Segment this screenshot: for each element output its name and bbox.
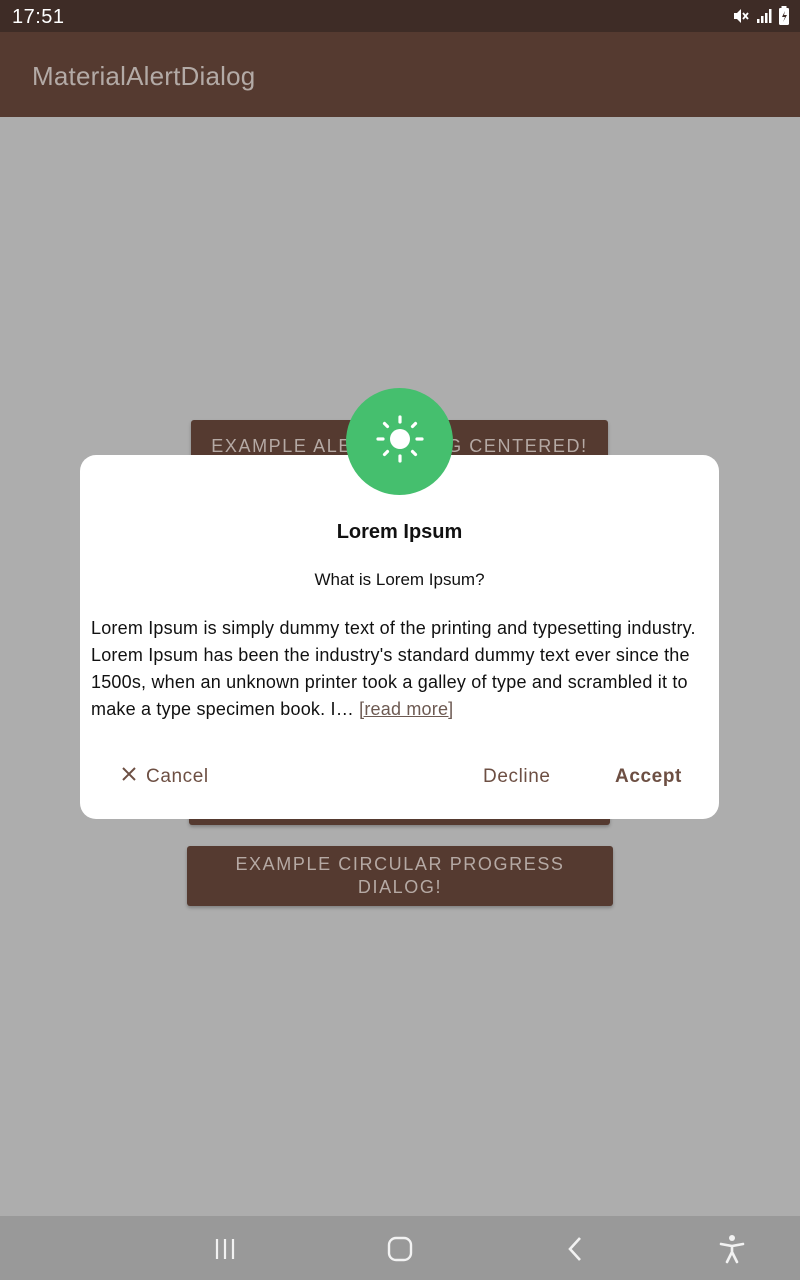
- sun-icon: [374, 413, 426, 470]
- back-icon[interactable]: [557, 1232, 593, 1266]
- navigation-bar: [0, 1216, 800, 1280]
- accept-button[interactable]: Accept: [615, 757, 682, 797]
- battery-icon: [778, 6, 790, 26]
- alert-dialog: Lorem Ipsum What is Lorem Ipsum? Lorem I…: [80, 455, 719, 819]
- dialog-title: Lorem Ipsum: [336, 521, 463, 543]
- recent-apps-icon[interactable]: [207, 1232, 243, 1266]
- status-time: 17:51: [12, 6, 65, 28]
- signal-icon: [756, 8, 772, 24]
- app-bar: MaterialAlertDialog: [0, 32, 800, 117]
- read-more-link[interactable]: [read more]: [359, 699, 453, 719]
- home-icon[interactable]: [382, 1232, 418, 1266]
- decline-button[interactable]: Decline: [483, 757, 551, 797]
- dialog-subtitle: What is Lorem Ipsum?: [314, 570, 485, 589]
- dialog-message: Lorem Ipsum is simply dummy text of the …: [91, 615, 707, 723]
- accessibility-icon[interactable]: [714, 1232, 750, 1266]
- close-icon: [120, 765, 138, 789]
- mute-icon: [732, 7, 750, 25]
- status-icons: [732, 6, 790, 26]
- cancel-button[interactable]: Cancel: [120, 757, 209, 797]
- example-circular-progress-dialog-button[interactable]: EXAMPLE CIRCULAR PROGRESS DIALOG!: [187, 846, 613, 906]
- status-bar: 17:51: [0, 0, 800, 32]
- dialog-icon-badge: [346, 388, 453, 495]
- cancel-label: Cancel: [146, 766, 209, 787]
- dialog-actions: Cancel Decline Accept: [80, 757, 719, 797]
- app-title: MaterialAlertDialog: [32, 61, 256, 91]
